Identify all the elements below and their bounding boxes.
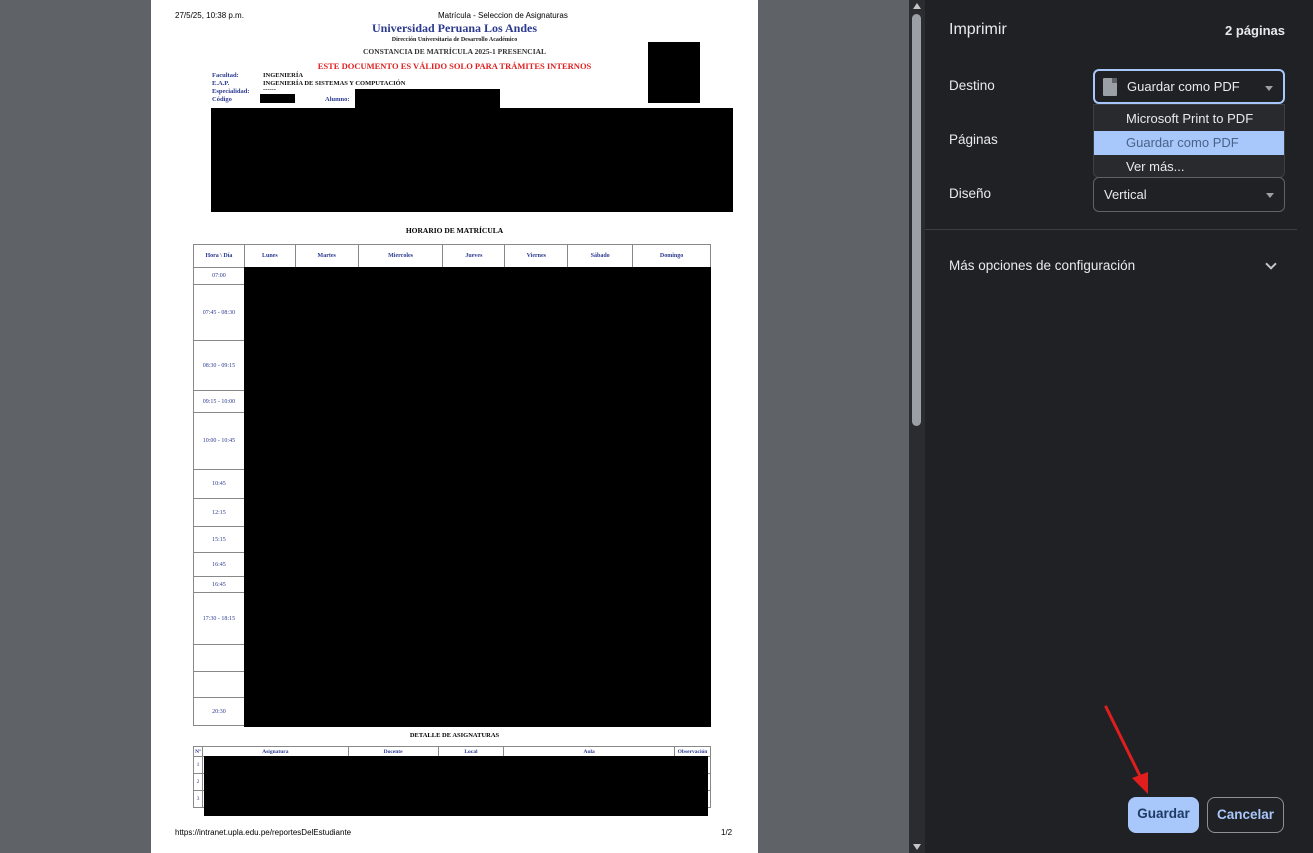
schedule-header: Martes: [294, 244, 359, 268]
detail-header: Aula: [503, 746, 675, 757]
save-button[interactable]: Guardar: [1128, 797, 1199, 833]
detail-header: Nº: [193, 746, 203, 757]
schedule-time: 07:00: [193, 267, 245, 285]
university-name: Universidad Peruana Los Andes: [371, 21, 538, 35]
codigo-redacted: [260, 94, 295, 103]
schedule-header: Hora \ Día: [193, 244, 245, 268]
schedule-header: Jueves: [442, 244, 506, 268]
preview-scrollbar[interactable]: [909, 0, 925, 853]
page-header-title: Matrícula - Seleccion de Asignaturas: [438, 11, 568, 20]
scrollbar-thumb[interactable]: [912, 14, 921, 426]
chevron-down-icon[interactable]: [1265, 258, 1277, 270]
eap-value: INGENIERÍA DE SISTEMAS Y COMPUTACIÓN: [263, 80, 406, 87]
document-icon: [1103, 78, 1117, 96]
schedule-time: 20:30: [193, 697, 245, 726]
footer-url: https://intranet.upla.edu.pe/reportesDel…: [175, 828, 352, 837]
detail-row-number: 1: [193, 756, 203, 774]
schedule-header: Sábado: [567, 244, 634, 268]
print-title: Imprimir: [949, 21, 1007, 38]
schedule-time: 16:45: [193, 576, 245, 593]
eap-label: E.A.P.: [212, 80, 230, 87]
detail-header: Local: [437, 746, 505, 757]
info-block-redacted: [211, 108, 733, 212]
facultad-label: Facultad:: [212, 72, 239, 79]
schedule-time: 10:45: [193, 469, 245, 499]
codigo-label: Código: [212, 96, 232, 103]
alumno-label: Alumno:: [325, 96, 350, 103]
detail-title: DETALLE DE ASIGNATURAS: [409, 732, 500, 739]
schedule-time: [193, 671, 245, 698]
annotation-arrow: [1104, 705, 1148, 794]
facultad-value: INGENIERÍA: [263, 72, 304, 79]
scroll-up-arrow[interactable]: [913, 3, 921, 9]
layout-select[interactable]: Vertical: [1093, 177, 1285, 212]
student-photo-redacted: [648, 42, 700, 103]
schedule-header: Viernes: [504, 244, 569, 268]
option-microsoft-print-to-pdf[interactable]: Microsoft Print to PDF: [1094, 107, 1284, 131]
schedule-time: 12:15: [193, 498, 245, 527]
alumno-redacted: [355, 89, 500, 109]
schedule-time: 09:15 - 10:00: [193, 390, 245, 413]
schedule-header: Lunes: [243, 244, 296, 268]
schedule-time: 15:15: [193, 526, 245, 553]
destination-label: Destino: [949, 78, 995, 93]
layout-label: Diseño: [949, 186, 992, 201]
more-settings-toggle[interactable]: Más opciones de configuración: [949, 258, 1135, 273]
destination-dropdown: Microsoft Print to PDF Guardar como PDF …: [1093, 104, 1285, 178]
layout-value: Vertical: [1104, 187, 1147, 202]
especialidad-value: ------: [263, 86, 276, 93]
option-see-more[interactable]: Ver más...: [1094, 155, 1284, 179]
schedule-header: Domingo: [632, 244, 711, 268]
detail-row-number: 2: [193, 773, 203, 791]
especialidad-label: Especialidad:: [212, 88, 250, 95]
cancel-button[interactable]: Cancelar: [1207, 797, 1284, 833]
detail-redacted: [204, 756, 708, 816]
caret-down-icon: [1266, 193, 1274, 198]
print-date: 27/5/25, 10:38 p.m.: [175, 11, 244, 20]
schedule-time: [193, 644, 245, 672]
section-divider: [925, 229, 1297, 230]
schedule-time: 07:45 - 08:30: [193, 284, 245, 341]
detail-header: Observación: [673, 746, 712, 757]
schedule-title: HORARIO DE MATRÍCULA: [405, 226, 504, 235]
pages-label: Páginas: [949, 132, 998, 147]
page-count: 2 páginas: [1225, 23, 1285, 38]
scroll-down-arrow[interactable]: [913, 844, 921, 850]
schedule-time: 08:30 - 09:15: [193, 340, 245, 391]
detail-header: Docente: [347, 746, 439, 757]
schedule-header: Miercoles: [357, 244, 444, 268]
preview-page: 27/5/25, 10:38 p.m. Matrícula - Seleccio…: [151, 0, 758, 853]
print-preview-area: 27/5/25, 10:38 p.m. Matrícula - Seleccio…: [0, 0, 909, 853]
detail-row-number: 3: [193, 790, 203, 808]
schedule-time: 10:00 - 10:45: [193, 412, 245, 470]
option-save-as-pdf[interactable]: Guardar como PDF: [1094, 131, 1284, 155]
caret-down-icon: [1265, 86, 1273, 91]
schedule-redacted: [244, 267, 711, 727]
destination-value: Guardar como PDF: [1127, 79, 1240, 94]
schedule-time: 17:30 - 18:15: [193, 592, 245, 645]
destination-select[interactable]: Guardar como PDF: [1093, 69, 1285, 104]
schedule-time: 16:45: [193, 552, 245, 577]
detail-header: Asignatura: [201, 746, 349, 757]
footer-page-number: 1/2: [721, 828, 733, 837]
